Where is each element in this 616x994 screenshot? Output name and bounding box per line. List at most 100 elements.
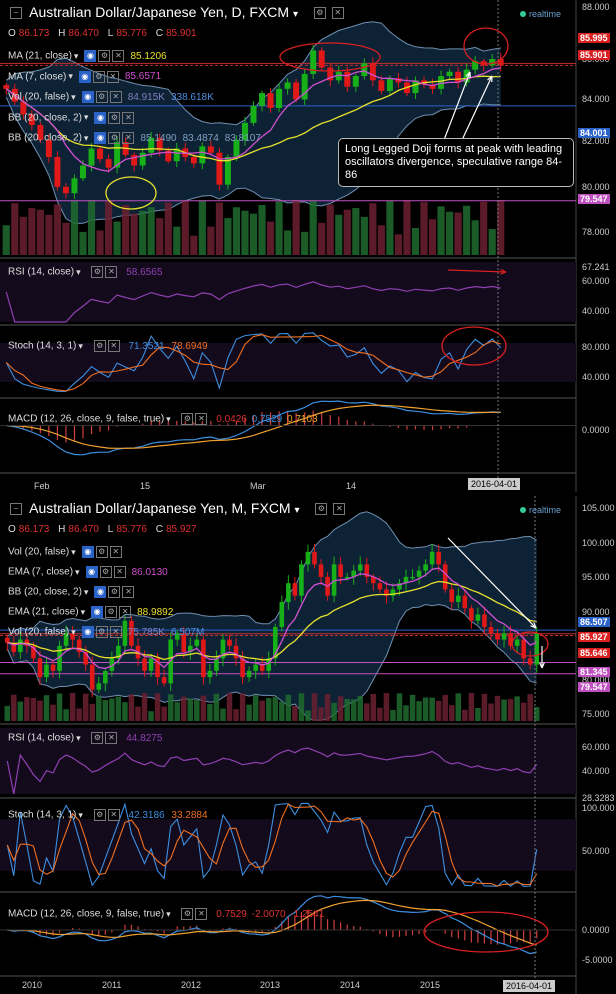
eye-icon[interactable]: ◉	[91, 606, 104, 618]
volume-bar	[220, 708, 226, 721]
volume-bar	[403, 200, 411, 255]
settings-icon[interactable]: ⚙	[95, 626, 108, 638]
realtime-status: realtime	[520, 505, 561, 515]
settings-icon[interactable]: ⚙	[91, 732, 104, 744]
close-icon[interactable]: ✕	[105, 266, 118, 278]
chevron-down-icon[interactable]: ▾	[71, 627, 76, 637]
settings-icon[interactable]: ⚙	[91, 266, 104, 278]
eye-icon[interactable]: ◉	[81, 91, 94, 103]
volume-bar	[429, 697, 435, 721]
chevron-down-icon[interactable]: ▾	[84, 112, 89, 122]
settings-icon[interactable]: ⚙	[313, 7, 326, 20]
eye-icon[interactable]: ◉	[84, 50, 97, 62]
volume-bar	[246, 704, 252, 721]
rsi-legend: RSI (14, close) ▾ ⚙ ✕ 44.8275	[8, 732, 162, 744]
candle-body	[429, 551, 435, 565]
candle-body	[214, 658, 219, 671]
chevron-down-icon[interactable]: ▾	[68, 71, 73, 81]
chevron-down-icon[interactable]: ▾	[84, 133, 89, 143]
volume-bar	[284, 230, 292, 255]
candle-body	[276, 88, 283, 108]
close-icon[interactable]: ✕	[112, 50, 125, 62]
eye-icon[interactable]: ◉	[94, 132, 107, 144]
chevron-down-icon[interactable]: ▾	[81, 607, 86, 617]
volume-bar	[141, 693, 148, 721]
settings-icon[interactable]: ⚙	[108, 586, 121, 598]
settings-icon[interactable]: ⚙	[95, 546, 108, 558]
chevron-down-icon[interactable]: ▾	[293, 9, 298, 20]
chevron-down-icon[interactable]: ▾	[78, 341, 83, 351]
settings-icon[interactable]: ⚙	[93, 340, 106, 352]
chevron-down-icon[interactable]: ▾	[166, 414, 171, 424]
collapse-toggle-icon[interactable]: −	[10, 7, 22, 20]
chevron-down-icon[interactable]: ▾	[76, 733, 81, 743]
settings-icon[interactable]: ⚙	[93, 809, 106, 821]
chevron-down-icon[interactable]: ▾	[71, 92, 76, 102]
close-icon[interactable]: ✕	[106, 70, 119, 83]
eye-icon[interactable]: ◉	[85, 566, 98, 578]
settings-icon[interactable]: ⚙	[98, 50, 111, 62]
signal-value: -1.2541	[290, 908, 325, 920]
settings-icon[interactable]: ⚙	[99, 566, 112, 578]
chevron-down-icon[interactable]: ▾	[74, 51, 79, 61]
close-icon[interactable]: ✕	[107, 340, 120, 352]
settings-icon[interactable]: ⚙	[95, 91, 108, 103]
close-icon[interactable]: ✕	[195, 413, 208, 425]
close-icon[interactable]: ✕	[113, 566, 126, 578]
volume-bar	[139, 210, 147, 255]
volume-bar	[369, 203, 377, 255]
eye-icon[interactable]: ◉	[94, 111, 107, 124]
chevron-down-icon[interactable]: ▾	[166, 909, 171, 919]
indicator-value: 85.1490	[140, 132, 177, 144]
price-axis-label: 60.000	[582, 276, 610, 286]
chevron-down-icon[interactable]: ▾	[294, 505, 299, 516]
settings-icon[interactable]: ⚙	[108, 111, 121, 124]
close-icon[interactable]: ✕	[122, 586, 135, 598]
chevron-down-icon[interactable]: ▾	[75, 567, 80, 577]
indicator-value: 83.8107	[224, 132, 261, 144]
chevron-down-icon[interactable]: ▾	[84, 587, 89, 597]
volume-bar	[122, 702, 128, 721]
candle-body	[148, 658, 154, 671]
eye-icon[interactable]: ◉	[94, 586, 107, 598]
volume-bar	[154, 693, 161, 721]
settings-icon[interactable]: ⚙	[315, 503, 328, 516]
volume-bar	[4, 705, 11, 721]
close-icon[interactable]: ✕	[122, 111, 135, 124]
indicator-row: Vol (20, false) ▾ ◉ ⚙ ✕ 84.915K 338.618K	[8, 91, 214, 103]
candle-body	[131, 154, 138, 166]
chevron-down-icon[interactable]: ▾	[78, 810, 83, 820]
chevron-down-icon[interactable]: ▾	[71, 547, 76, 557]
close-icon[interactable]: ✕	[107, 809, 120, 821]
macd-value: 0.7529	[251, 413, 283, 425]
eye-icon[interactable]: ◉	[81, 626, 94, 638]
close-icon[interactable]: ✕	[109, 626, 122, 638]
time-axis-label: 14	[346, 481, 357, 491]
volume-bar	[480, 201, 488, 255]
close-icon[interactable]: ✕	[109, 91, 122, 103]
close-icon[interactable]: ✕	[105, 732, 118, 744]
candle-body	[423, 564, 428, 571]
close-icon[interactable]: ✕	[122, 132, 135, 144]
settings-icon[interactable]: ⚙	[181, 908, 194, 920]
close-icon[interactable]: ✕	[195, 908, 208, 920]
close-icon[interactable]: ✕	[333, 503, 346, 516]
close-icon[interactable]: ✕	[109, 546, 122, 558]
settings-icon[interactable]: ⚙	[108, 132, 121, 144]
candle-body	[246, 670, 252, 678]
close-value: 85.901	[165, 28, 197, 39]
price-axis-label: 88.000	[582, 2, 610, 12]
close-icon[interactable]: ✕	[119, 606, 132, 618]
collapse-toggle-icon[interactable]: −	[10, 503, 22, 516]
close-icon[interactable]: ✕	[331, 7, 344, 20]
eye-icon[interactable]: ◉	[78, 70, 91, 83]
volume-bar	[326, 204, 334, 255]
chevron-down-icon[interactable]: ▾	[76, 267, 81, 277]
settings-icon[interactable]: ⚙	[181, 413, 194, 425]
eye-icon[interactable]: ◉	[81, 546, 94, 558]
settings-icon[interactable]: ⚙	[92, 70, 105, 83]
settings-icon[interactable]: ⚙	[105, 606, 118, 618]
indicator-row: EMA (7, close) ▾ ◉ ⚙ ✕ 86.0130	[8, 566, 168, 578]
volume-bar	[390, 709, 396, 721]
volume-bar	[318, 707, 324, 721]
